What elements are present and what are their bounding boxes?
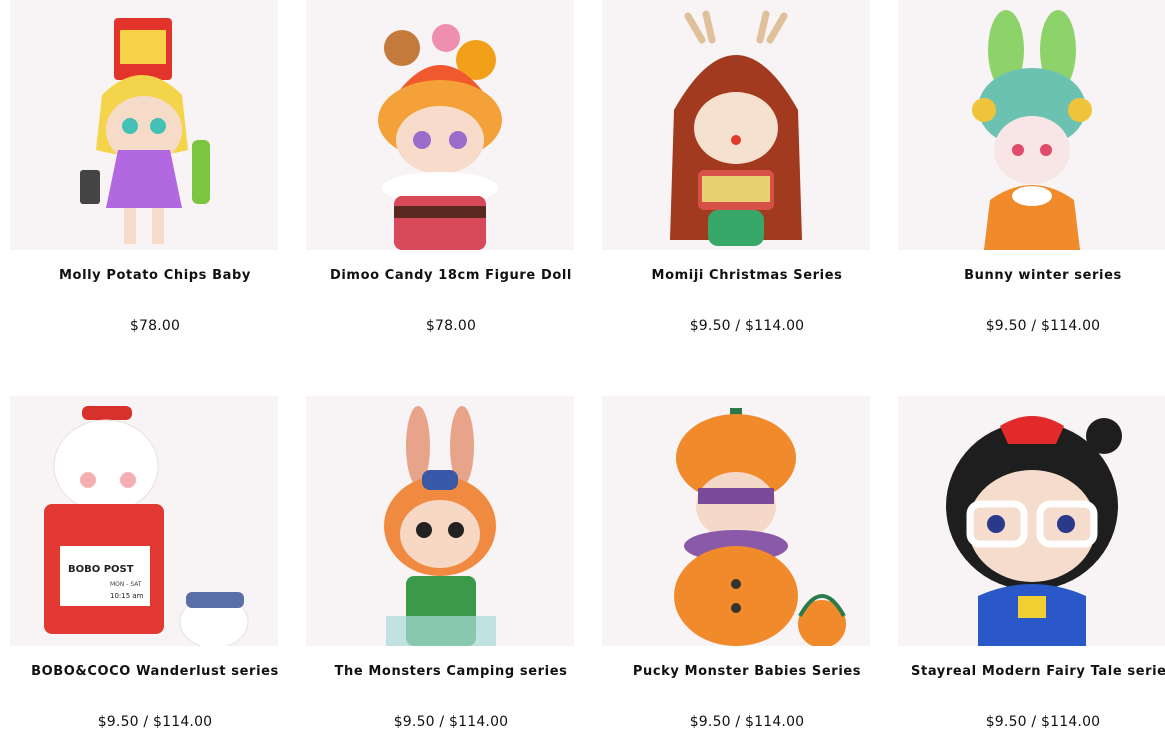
figure-dimoo-icon — [378, 24, 502, 250]
figure-labubu-icon — [384, 406, 496, 646]
product-image[interactable]: BOBO POST MON - SAT 10:15 am — [10, 396, 278, 646]
product-image[interactable] — [898, 0, 1165, 250]
product-image[interactable] — [602, 396, 870, 646]
product-grid: Molly Potato Chips Baby $78.00 Dimoo Can… — [0, 0, 1165, 755]
product-name[interactable]: Momiji Christmas Series — [592, 268, 902, 283]
mon-sat-label: MON - SAT — [110, 581, 142, 588]
product-name[interactable]: Bunny winter series — [888, 268, 1165, 283]
product-name[interactable]: BOBO&COCO Wanderlust series — [0, 664, 310, 679]
product-price: $9.50 / $114.00 — [985, 714, 1101, 730]
figure-bunny-icon — [972, 10, 1092, 250]
product-name[interactable]: Stayreal Modern Fairy Tale series — [888, 664, 1165, 679]
product-image[interactable] — [306, 396, 574, 646]
product-name[interactable]: The Monsters Camping series — [296, 664, 606, 679]
figure-stayreal-icon — [946, 416, 1122, 646]
product-price: $78.00 — [425, 318, 477, 334]
product-price: $9.50 / $114.00 — [97, 714, 213, 730]
product-price: $78.00 — [129, 318, 181, 334]
time-label: 10:15 am — [110, 592, 144, 600]
figure-molly-icon — [80, 18, 210, 244]
product-price: $9.50 / $114.00 — [393, 714, 509, 730]
product-image[interactable] — [898, 396, 1165, 646]
figure-pucky-icon — [674, 408, 846, 646]
figure-bobo-coco-icon: BOBO POST MON - SAT 10:15 am — [44, 406, 249, 646]
product-image[interactable] — [306, 0, 574, 250]
product-price: $9.50 / $114.00 — [689, 318, 805, 334]
product-image[interactable] — [10, 0, 278, 250]
product-price: $9.50 / $114.00 — [689, 714, 805, 730]
figure-momiji-icon — [670, 10, 802, 246]
product-name[interactable]: Molly Potato Chips Baby — [0, 268, 310, 283]
bobo-post-label: BOBO POST — [68, 564, 134, 575]
product-image[interactable] — [602, 0, 870, 250]
product-price: $9.50 / $114.00 — [985, 318, 1101, 334]
product-name[interactable]: Pucky Monster Babies Series — [592, 664, 902, 679]
product-name[interactable]: Dimoo Candy 18cm Figure Doll — [296, 268, 606, 283]
